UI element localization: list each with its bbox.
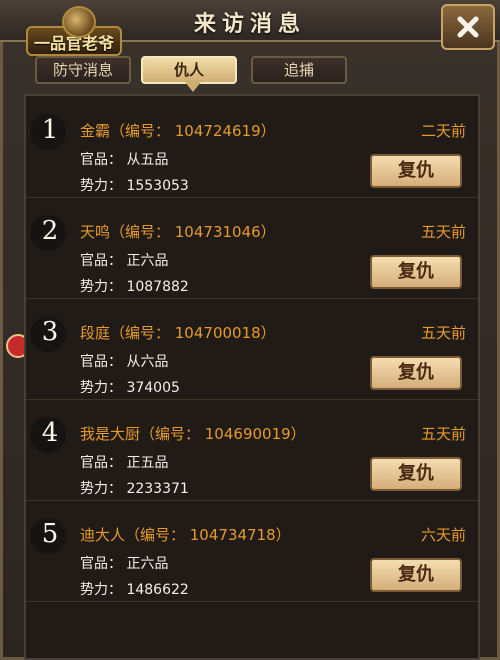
enemy-name: 天鸣（编号： 104731046） [80,223,276,241]
power: 势力： 2233371 [80,481,189,497]
list-item: 2 天鸣（编号： 104731046） 五天前 官品： 正六品 势力： 1087… [26,197,478,299]
revenge-button[interactable]: 复仇 [370,457,462,491]
visit-time: 六天前 [420,526,466,544]
rank-number: 3 [41,317,59,347]
enemy-name: 金霸（编号： 104724619） [80,122,276,140]
logo-ornament-icon [62,6,96,38]
revenge-button[interactable]: 复仇 [370,154,462,188]
revenge-button[interactable]: 复仇 [370,356,462,390]
revenge-button[interactable]: 复仇 [370,255,462,289]
official-rank: 官品： 从五品 [80,152,169,168]
list-item: 3 段庭（编号： 104700018） 五天前 官品： 从六品 势力： 3740… [26,298,478,400]
official-rank: 官品： 正五品 [80,455,169,471]
rank-number: 4 [41,418,59,448]
official-rank: 官品： 从六品 [80,354,169,370]
tab-enemies[interactable]: 仇人 [141,56,237,92]
tabs: 防守消息 仇人 追捕 [35,56,355,92]
enemy-name: 迪大人（编号： 104734718） [80,526,291,544]
enemy-list: 1 金霸（编号： 104724619） 二天前 官品： 从五品 势力： 1553… [24,94,480,660]
rank-number: 5 [41,519,59,549]
list-item: 4 我是大厨（编号： 104690019） 五天前 官品： 正五品 势力： 22… [26,399,478,501]
list-item: 5 迪大人（编号： 104734718） 六天前 官品： 正六品 势力： 148… [26,500,478,602]
enemy-name: 我是大厨（编号： 104690019） [80,425,306,443]
list-item: 1 金霸（编号： 104724619） 二天前 官品： 从五品 势力： 1553… [26,96,478,198]
enemy-name: 段庭（编号： 104700018） [80,324,276,342]
visit-time: 五天前 [420,425,466,443]
rank-number: 1 [41,115,59,145]
rank-number: 2 [41,216,59,246]
power: 势力： 1486622 [80,582,189,598]
revenge-button[interactable]: 复仇 [370,558,462,592]
tab-pursuit[interactable]: 追捕 [251,56,347,84]
power: 势力： 374005 [80,380,180,396]
close-icon [457,16,479,38]
official-rank: 官品： 正六品 [80,253,169,269]
tab-defense-messages[interactable]: 防守消息 [35,56,131,84]
official-rank: 官品： 正六品 [80,556,169,572]
close-button[interactable] [441,4,495,50]
visit-time: 二天前 [420,122,466,140]
power: 势力： 1553053 [80,178,189,194]
visit-time: 五天前 [420,324,466,342]
visit-time: 五天前 [420,223,466,241]
power: 势力： 1087882 [80,279,189,295]
